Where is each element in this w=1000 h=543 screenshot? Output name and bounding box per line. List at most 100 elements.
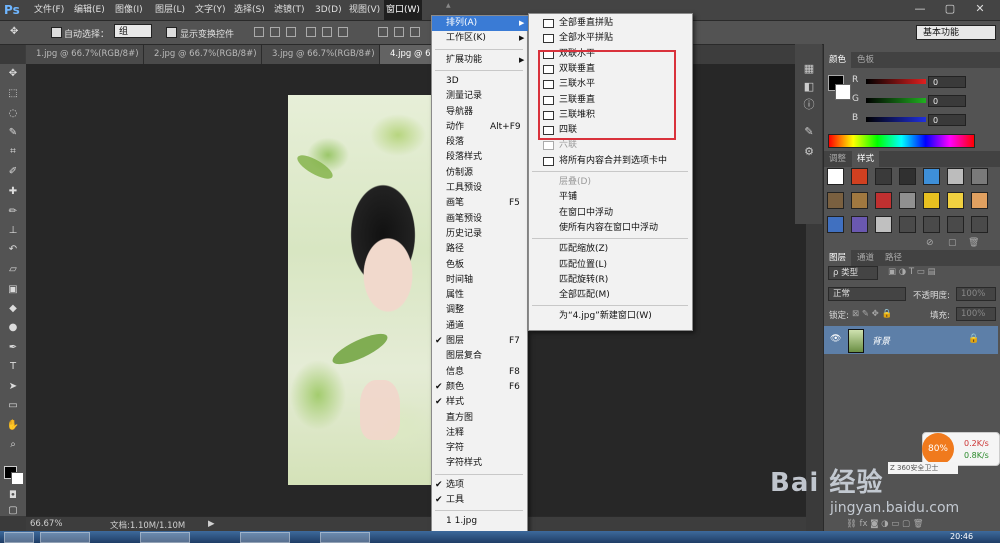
style-swatch[interactable] bbox=[899, 168, 916, 185]
style-swatch[interactable] bbox=[947, 192, 964, 209]
dodge-tool-icon[interactable]: ● bbox=[6, 322, 20, 334]
arrange-menu-item[interactable]: 在窗口中浮动 bbox=[529, 206, 693, 221]
doc-tab-1[interactable]: 1.jpg @ 66.7%(RGB/8#) bbox=[26, 45, 144, 64]
lock-icons[interactable]: ⊠ ✎ ✥ 🔒 bbox=[852, 309, 892, 319]
arrange-menu-item[interactable]: 全部匹配(M) bbox=[529, 288, 693, 303]
window-menu-item[interactable]: 扩展功能 ▶ bbox=[432, 53, 528, 68]
window-menu-item[interactable]: 1 1.jpg bbox=[432, 514, 528, 529]
screen-mode-icon[interactable]: ▢ bbox=[6, 505, 20, 517]
window-menu-item[interactable]: 段落 bbox=[432, 135, 528, 150]
tab-styles[interactable]: 样式 bbox=[852, 151, 880, 167]
align-right-icon[interactable] bbox=[338, 27, 348, 37]
arrange-menu-item[interactable]: 将所有内容合并到选项卡中 bbox=[529, 154, 693, 169]
path-select-tool-icon[interactable]: ➤ bbox=[6, 381, 20, 393]
lasso-tool-icon[interactable]: ◌ bbox=[6, 108, 20, 120]
clone-stamp-tool-icon[interactable]: ⊥ bbox=[6, 225, 20, 237]
background-color-swatch[interactable] bbox=[11, 472, 24, 485]
fill-input[interactable]: 100% bbox=[956, 307, 996, 321]
zoom-level[interactable]: 66.67% bbox=[30, 519, 62, 529]
tab-adjustments[interactable]: 调整 bbox=[824, 151, 851, 167]
history-brush-tool-icon[interactable]: ↶ bbox=[6, 244, 20, 256]
channel-b-value[interactable]: 0 bbox=[928, 114, 966, 126]
window-menu-item[interactable]: 画笔 F5 bbox=[432, 196, 528, 211]
channel-r-value[interactable]: 0 bbox=[928, 76, 966, 88]
auto-select-checkbox[interactable] bbox=[51, 27, 62, 38]
layer-filter-dropdown[interactable]: ρ 类型 bbox=[828, 266, 878, 280]
channel-b-slider[interactable] bbox=[866, 117, 926, 122]
window-menu-item[interactable]: 属性 bbox=[432, 288, 528, 303]
style-swatch[interactable] bbox=[827, 192, 844, 209]
tab-color[interactable]: 颜色 bbox=[824, 52, 852, 68]
doc-tab-2[interactable]: 2.jpg @ 66.7%(RGB/8#) bbox=[144, 45, 262, 64]
window-menu-item[interactable]: 色板 bbox=[432, 258, 528, 273]
arrange-menu-item[interactable]: 使所有内容在窗口中浮动 bbox=[529, 221, 693, 236]
menu-filter[interactable]: 滤镜(T) bbox=[272, 0, 307, 20]
window-menu-item[interactable]: 通道 bbox=[432, 319, 528, 334]
arrange-menu-item[interactable]: 平铺 bbox=[529, 190, 693, 205]
channel-r-slider[interactable] bbox=[866, 79, 926, 84]
arrange-menu-item[interactable]: 为“4.jpg”新建窗口(W) bbox=[529, 309, 693, 324]
arrange-menu-item[interactable]: 全部垂直拼贴 bbox=[529, 16, 693, 31]
layer-filter-icons[interactable]: ▣ ◑ T ▭ ▤ bbox=[888, 267, 936, 277]
window-menu-item[interactable]: ✔ 选项 bbox=[432, 478, 528, 493]
marquee-tool-icon[interactable]: ⬚ bbox=[6, 88, 20, 100]
channel-g-value[interactable]: 0 bbox=[928, 95, 966, 107]
doc-tab-4[interactable]: 4.jpg @ 66.7%(RGB/8#) bbox=[380, 45, 432, 64]
window-menu-item[interactable]: 导航器 bbox=[432, 105, 528, 120]
window-menu-item[interactable]: 动作 Alt+F9 bbox=[432, 120, 528, 135]
style-swatch[interactable] bbox=[827, 168, 844, 185]
delete-style-icon[interactable]: 🗑 bbox=[968, 238, 979, 248]
color-spectrum-bar[interactable] bbox=[828, 134, 975, 148]
style-swatch[interactable] bbox=[923, 192, 940, 209]
menu-3d[interactable]: 3D(D) bbox=[313, 0, 344, 20]
align-bottom-icon[interactable] bbox=[286, 27, 296, 37]
window-menu-item[interactable]: 段落样式 bbox=[432, 150, 528, 165]
start-button[interactable] bbox=[4, 532, 34, 543]
brush-panel-icon[interactable]: ✎ bbox=[802, 125, 816, 139]
opacity-input[interactable]: 100% bbox=[956, 287, 996, 301]
layer-name[interactable]: 背景 bbox=[872, 334, 890, 347]
style-swatch[interactable] bbox=[851, 168, 868, 185]
window-menu-item[interactable]: 工作区(K) ▶ bbox=[432, 31, 528, 46]
taskbar-app-button[interactable] bbox=[240, 532, 290, 543]
style-swatch[interactable] bbox=[851, 192, 868, 209]
menu-file[interactable]: 文件(F) bbox=[32, 0, 66, 20]
doc-tab-3[interactable]: 3.jpg @ 66.7%(RGB/8#) bbox=[262, 45, 380, 64]
window-menu-item[interactable]: 历史记录 bbox=[432, 227, 528, 242]
align-left-icon[interactable] bbox=[306, 27, 316, 37]
move-tool-icon[interactable]: ✥ bbox=[6, 68, 20, 80]
window-menu-item[interactable]: 路径 bbox=[432, 242, 528, 257]
history-panel-icon[interactable]: ▦ bbox=[802, 62, 816, 76]
window-menu-item[interactable]: ✔ 颜色 F6 bbox=[432, 380, 528, 395]
window-menu-item[interactable]: 时间轴 bbox=[432, 273, 528, 288]
channel-g-slider[interactable] bbox=[866, 98, 926, 103]
eye-icon[interactable]: 👁 bbox=[830, 334, 841, 344]
distribute-top-icon[interactable] bbox=[378, 27, 388, 37]
quick-mask-icon[interactable]: ◘ bbox=[6, 490, 20, 502]
quick-select-tool-icon[interactable]: ✎ bbox=[6, 127, 20, 139]
status-arrow-icon[interactable]: ▶ bbox=[208, 519, 215, 529]
menu-layer[interactable]: 图层(L) bbox=[153, 0, 187, 20]
align-top-icon[interactable] bbox=[254, 27, 264, 37]
style-swatch[interactable] bbox=[971, 168, 988, 185]
type-tool-icon[interactable]: T bbox=[6, 361, 20, 373]
hand-tool-icon[interactable]: ✋ bbox=[6, 420, 20, 432]
distribute-bottom-icon[interactable] bbox=[410, 27, 420, 37]
window-menu-item[interactable]: 测量记录 bbox=[432, 89, 528, 104]
menu-window[interactable]: 窗口(W) bbox=[384, 0, 422, 20]
window-menu-item[interactable]: ✔ 样式 bbox=[432, 395, 528, 410]
align-middle-icon[interactable] bbox=[270, 27, 280, 37]
style-swatch[interactable] bbox=[899, 216, 916, 233]
style-swatch[interactable] bbox=[875, 216, 892, 233]
arrange-menu-item[interactable]: 全部水平拼贴 bbox=[529, 31, 693, 46]
arrange-menu-item[interactable]: 匹配位置(L) bbox=[529, 258, 693, 273]
taskbar-app-button[interactable] bbox=[40, 532, 90, 543]
move-tool-icon[interactable]: ✥ bbox=[10, 26, 18, 37]
style-swatch[interactable] bbox=[971, 192, 988, 209]
menu-edit[interactable]: 编辑(E) bbox=[72, 0, 107, 20]
close-button[interactable]: ✕ bbox=[966, 1, 994, 17]
arrange-menu-item[interactable]: 匹配旋转(R) bbox=[529, 273, 693, 288]
window-menu-item[interactable]: 直方图 bbox=[432, 411, 528, 426]
rectangle-tool-icon[interactable]: ▭ bbox=[6, 400, 20, 412]
style-swatch[interactable] bbox=[899, 192, 916, 209]
